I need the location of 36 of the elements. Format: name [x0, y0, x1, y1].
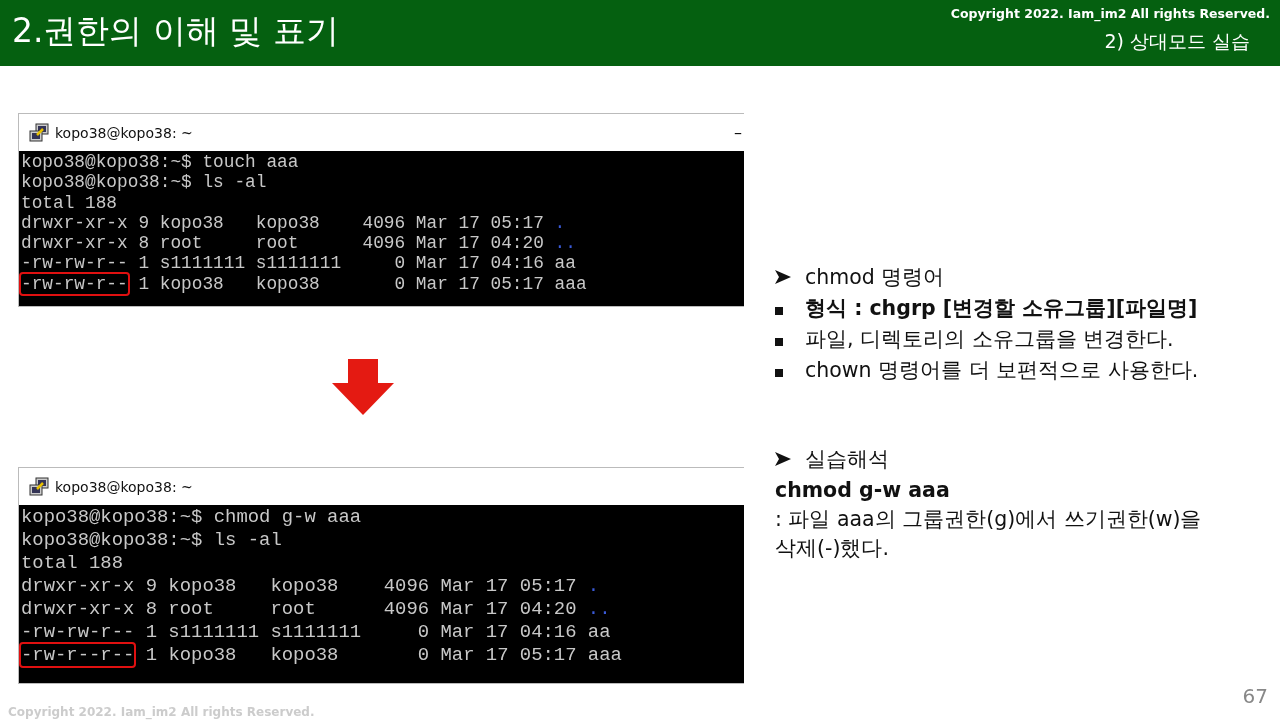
terminal-line: total 188: [21, 192, 119, 213]
terminal-line: -rw-rw-r-- 1 kopo38 kopo38 0 Mar 17 05:17 aaa: [21, 273, 588, 295]
note-text: 파일, 디렉토리의 소유그룹을 변경한다.: [805, 326, 1174, 353]
arrowhead-bullet-icon: [775, 452, 791, 466]
slide-title: 2.권한의 이해 및 표기: [12, 10, 339, 52]
down-arrow-icon: [332, 359, 394, 415]
square-bullet-icon: [775, 307, 783, 315]
explanation-text: : 파일 aaa의 그룹권한(g)에서 쓰기권한(w)을 삭제(-)했다.: [775, 506, 1203, 562]
terminal-line: kopo38@kopo38:~$ ls -al: [21, 172, 268, 193]
terminal-line: -rw-rw-r-- 1 s1111111 s1111111 0 Mar 17 04:16 aa: [21, 253, 577, 274]
computer-icon: [29, 122, 49, 143]
command-text: chmod g-w aaa: [775, 477, 951, 504]
note-text: chmod 명령어: [805, 264, 945, 291]
terminal-line: kopo38@kopo38:~$ ls -al: [21, 529, 283, 552]
note-text: chown 명령어를 더 보편적으로 사용한다.: [805, 357, 1199, 384]
square-bullet-icon: [775, 338, 783, 346]
note-text: 형식 : chgrp [변경할 소유그룹][파일명]: [805, 295, 1198, 322]
minimize-button[interactable]: –: [734, 123, 742, 142]
terminal-line: drwxr-xr-x 9 kopo38 kopo38 4096 Mar 17 05:17 .: [21, 575, 601, 598]
section-heading: 실습해석: [805, 446, 889, 473]
terminal-line: kopo38@kopo38:~$ chmod g-w aaa: [21, 506, 363, 529]
slide-subtitle: 2) 상대모드 실습: [1104, 29, 1250, 54]
terminal-line: drwxr-xr-x 8 root root 4096 Mar 17 04:20 ..: [21, 233, 577, 254]
terminal-line: -rw-rw-r-- 1 s1111111 s1111111 0 Mar 17 04:16 aa: [21, 621, 612, 644]
copyright-text: Copyright 2022. Iam_im2 All rights Reserved.: [950, 6, 1270, 21]
window-title: kopo38@kopo38: ~: [55, 478, 194, 495]
window-title: kopo38@kopo38: ~: [55, 124, 194, 141]
terminal-line: drwxr-xr-x 9 kopo38 kopo38 4096 Mar 17 05:17 .: [21, 212, 567, 234]
page-number: 67: [1242, 684, 1268, 708]
terminal-line: -rw-r--r-- 1 kopo38 kopo38 0 Mar 17 05:17 aaa: [21, 644, 623, 667]
terminal-line: drwxr-xr-x 8 root root 4096 Mar 17 04:20 ..: [21, 598, 612, 621]
terminal-line: total 188: [21, 552, 125, 575]
square-bullet-icon: [775, 369, 783, 377]
computer-icon: [29, 476, 49, 497]
terminal-line: kopo38@kopo38:~$ touch aaa: [21, 152, 300, 173]
arrowhead-bullet-icon: [775, 270, 791, 284]
